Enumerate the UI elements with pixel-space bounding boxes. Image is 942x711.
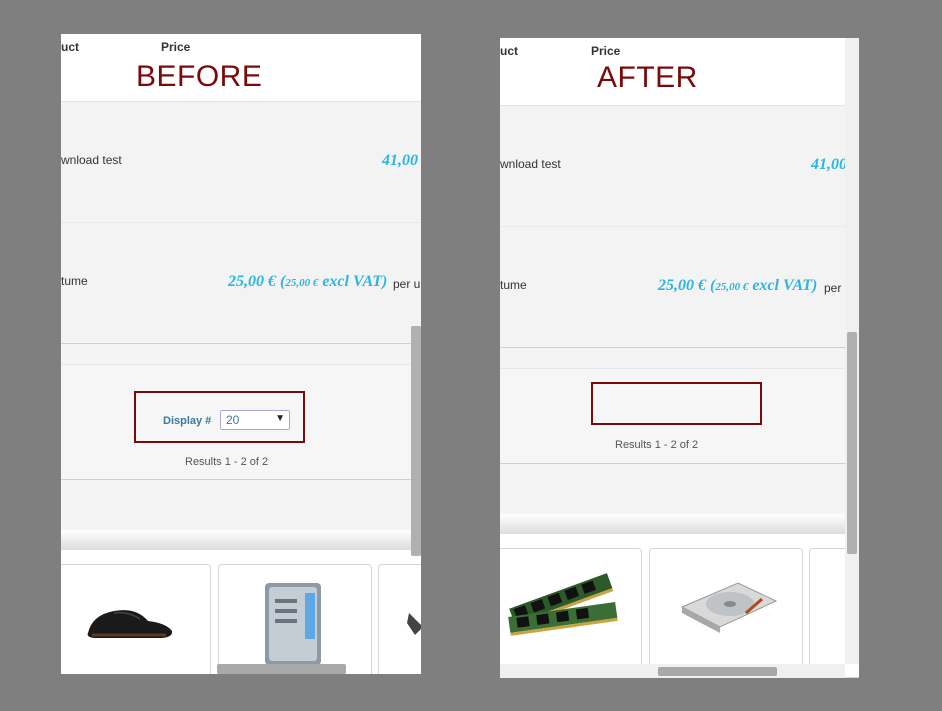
hard-drive-product-image bbox=[680, 582, 778, 633]
price-excl-label: excl VAT) bbox=[318, 273, 388, 290]
row-spacer bbox=[500, 348, 845, 368]
after-content: uct Price AFTER wnload test 41,00 tume 2… bbox=[500, 38, 859, 678]
after-title: AFTER bbox=[597, 61, 698, 94]
chevron-down-icon: ▼ bbox=[275, 413, 285, 424]
price-excl-vat: 25,00 € bbox=[285, 277, 319, 289]
product-price: 25,00 € (25,00 € excl VAT) bbox=[658, 277, 817, 295]
product-card[interactable] bbox=[500, 548, 642, 678]
price-column-header[interactable]: Price bbox=[161, 40, 190, 54]
before-title: BEFORE bbox=[136, 60, 263, 93]
section-divider-bar bbox=[500, 514, 845, 534]
price-with-vat: 25,00 € bbox=[228, 273, 276, 290]
after-panel: uct Price AFTER wnload test 41,00 tume 2… bbox=[500, 38, 859, 678]
price-open-paren: ( bbox=[706, 277, 716, 294]
price-excl-vat: 25,00 € bbox=[715, 281, 749, 293]
product-card[interactable] bbox=[218, 564, 372, 674]
price-with-vat: 25,00 € bbox=[658, 277, 706, 294]
before-panel: uct Price BEFORE wnload test 41,00 tume … bbox=[61, 34, 421, 674]
product-price: 41,00 bbox=[382, 152, 418, 169]
before-content: uct Price BEFORE wnload test 41,00 tume … bbox=[61, 34, 421, 674]
display-count-value: 20 bbox=[226, 413, 240, 427]
row-spacer bbox=[61, 480, 421, 530]
price-column-header[interactable]: Price bbox=[591, 44, 620, 58]
results-count: Results 1 - 2 of 2 bbox=[615, 439, 699, 451]
product-name-link[interactable]: wnload test bbox=[61, 153, 122, 167]
horizontal-scrollbar-thumb[interactable] bbox=[217, 664, 346, 674]
product-name-link[interactable]: tume bbox=[61, 274, 88, 288]
ram-product-image bbox=[508, 573, 618, 636]
product-column-header[interactable]: uct bbox=[500, 44, 518, 58]
horizontal-scrollbar-thumb[interactable] bbox=[658, 667, 777, 676]
product-name-link[interactable]: wnload test bbox=[500, 157, 561, 171]
product-column-header[interactable]: uct bbox=[61, 40, 79, 54]
display-count-label: Display # bbox=[163, 415, 212, 427]
row-spacer bbox=[500, 464, 845, 514]
vertical-scrollbar-thumb[interactable] bbox=[411, 326, 421, 556]
row-spacer bbox=[61, 344, 421, 364]
shoe-product-image bbox=[87, 610, 173, 638]
display-count-select[interactable]: 20 ▼ bbox=[220, 410, 290, 430]
product-name-link[interactable]: tume bbox=[500, 278, 527, 292]
display-highlight-box bbox=[591, 382, 762, 425]
section-divider-bar bbox=[61, 530, 421, 550]
server-product-image bbox=[265, 583, 321, 665]
product-price: 41,00 bbox=[811, 156, 847, 173]
product-image bbox=[407, 613, 421, 635]
product-card[interactable] bbox=[649, 548, 803, 678]
product-price: 25,00 € (25,00 € excl VAT) bbox=[228, 273, 387, 291]
price-unit: per bbox=[824, 281, 842, 295]
price-unit: per u bbox=[393, 277, 421, 291]
price-open-paren: ( bbox=[276, 273, 286, 290]
results-count: Results 1 - 2 of 2 bbox=[185, 456, 269, 468]
vertical-scrollbar-thumb[interactable] bbox=[847, 332, 857, 554]
product-card[interactable] bbox=[378, 564, 421, 674]
product-card[interactable] bbox=[61, 564, 211, 674]
price-excl-label: excl VAT) bbox=[748, 277, 818, 294]
